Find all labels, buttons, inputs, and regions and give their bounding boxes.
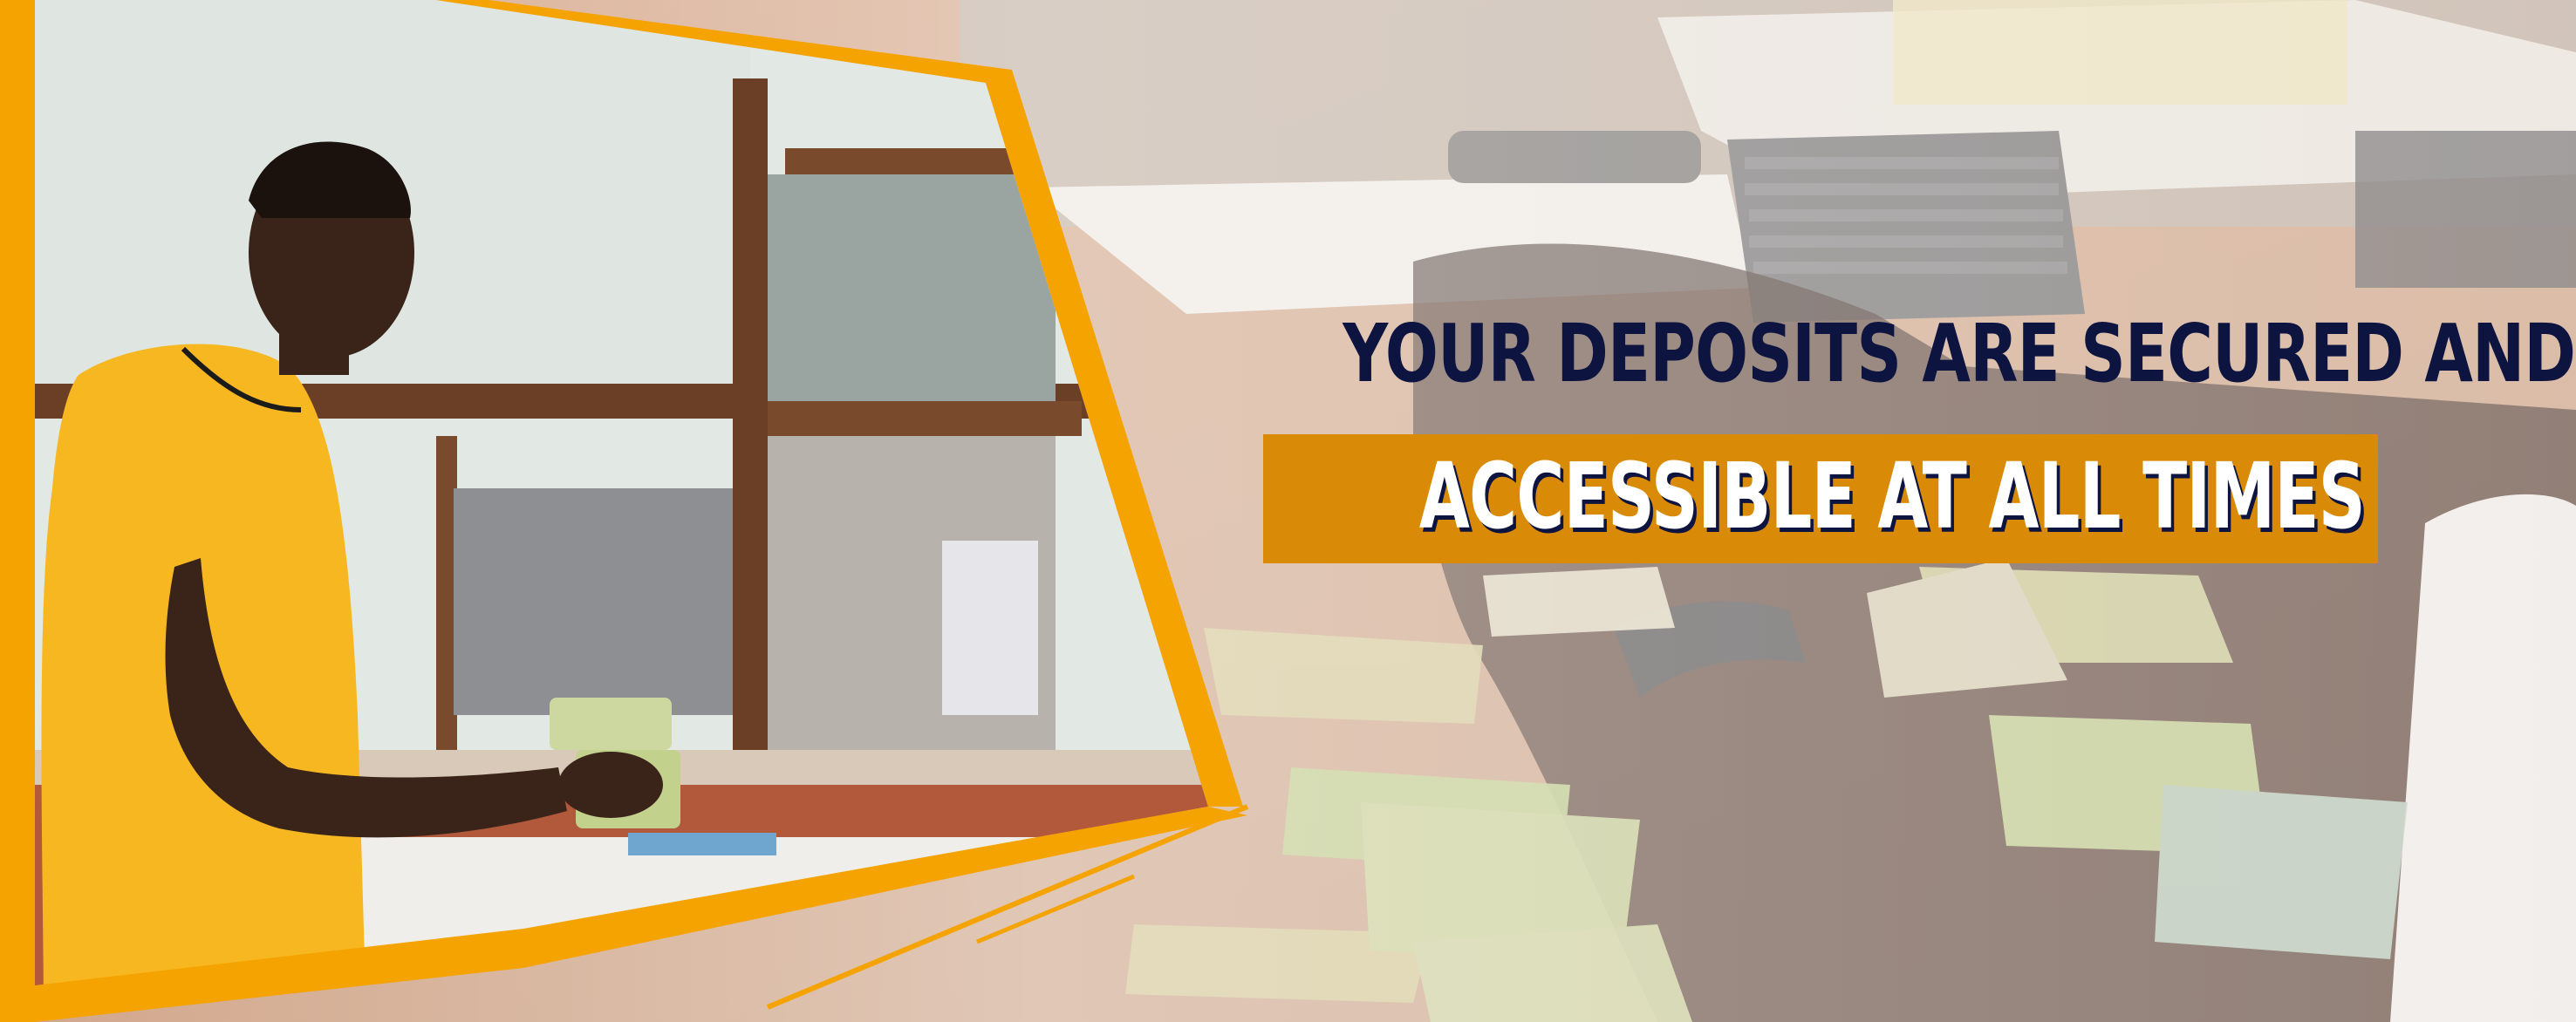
headline-block: YOUR DEPOSITS ARE SECURED AND ACCESSIBLE… bbox=[1169, 314, 2576, 563]
headline-line-1: YOUR DEPOSITS ARE SECURED AND bbox=[1343, 307, 2576, 400]
left-photo-frame bbox=[35, 0, 1249, 1022]
hero-banner: YOUR DEPOSITS ARE SECURED AND ACCESSIBLE… bbox=[0, 0, 2576, 1022]
left-accent-bar bbox=[0, 0, 35, 1022]
headline-line-2: ACCESSIBLE AT ALL TIMES bbox=[1418, 443, 2366, 549]
left-photo bbox=[35, 0, 1208, 1022]
